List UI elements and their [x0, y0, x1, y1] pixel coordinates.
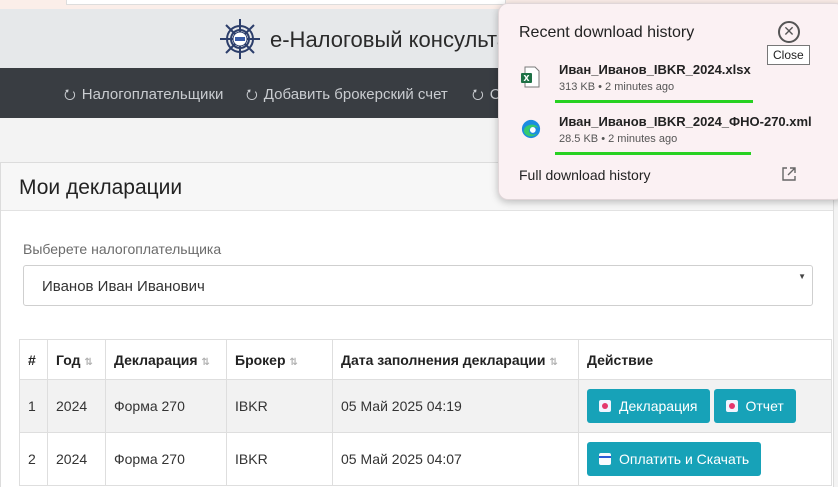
download-file-meta: 28.5 KB • 2 minutes ago — [559, 133, 678, 145]
col-header-declaration[interactable]: Декларация ⇅ — [105, 339, 227, 380]
table-row: 2 2024 Форма 270 IBKR 05 Май 2025 04:07 … — [19, 432, 832, 486]
document-icon — [725, 400, 738, 412]
sort-icon: ⇅ — [84, 356, 94, 368]
sort-icon: ⇅ — [549, 356, 558, 368]
download-item[interactable]: Иван_Иванов_IBKR_2024_ФНО-270.xml 28.5 K… — [519, 114, 819, 155]
caret-down-icon: ▼ — [798, 272, 806, 281]
highlight-underline — [555, 152, 751, 155]
sort-icon: ⇅ — [201, 356, 211, 368]
full-download-history-link[interactable]: Full download history — [519, 167, 651, 183]
nav-item-taxpayers[interactable]: ⭮ Налогоплательщики — [64, 84, 223, 108]
col-header-action: Действие — [578, 339, 832, 380]
download-file-name: Иван_Иванов_IBKR_2024_ФНО-270.xml — [559, 114, 812, 129]
nav-item-third[interactable]: ⭮ С — [472, 84, 501, 108]
refresh-icon: ⭮ — [472, 86, 484, 102]
col-header-date[interactable]: Дата заполнения декларации ⇅ — [332, 339, 579, 380]
download-file-meta: 313 KB • 2 minutes ago — [559, 81, 675, 93]
highlight-underline — [555, 100, 753, 103]
credit-card-icon — [599, 453, 611, 465]
refresh-icon: ⭮ — [64, 86, 76, 102]
cell-num: 2 — [19, 432, 48, 486]
edge-browser-icon — [521, 119, 541, 139]
cell-broker: IBKR — [226, 432, 333, 486]
ship-wheel-icon[interactable] — [218, 17, 262, 61]
cell-declaration: Форма 270 — [105, 379, 227, 433]
cell-date: 05 Май 2025 04:19 — [332, 379, 579, 433]
declarations-card: Мои декларации Выберете налогоплательщик… — [0, 162, 834, 487]
col-header-year[interactable]: Год ⇅ — [47, 339, 106, 380]
page-title: Мои декларации — [19, 176, 183, 199]
declaration-button[interactable]: Декларация — [587, 389, 710, 423]
excel-file-icon: X — [521, 66, 540, 88]
cell-declaration: Форма 270 — [105, 432, 227, 486]
cell-year: 2024 — [47, 379, 106, 433]
cell-num: 1 — [19, 379, 48, 433]
col-header-num: # — [19, 339, 48, 380]
table-row: 1 2024 Форма 270 IBKR 05 Май 2025 04:19 … — [19, 379, 832, 433]
nav-item-add-broker[interactable]: ⭮ Добавить брокерский счет — [246, 84, 448, 108]
declarations-table: # Год ⇅ Декларация ⇅ Брокер ⇅ Дата заполнен… — [19, 339, 832, 486]
download-file-name: Иван_Иванов_IBKR_2024.xlsx — [559, 62, 751, 77]
download-popup-title: Recent download history — [519, 24, 695, 41]
taxpayer-select-label: Выберете налогоплательщика — [23, 241, 222, 257]
cell-year: 2024 — [47, 432, 106, 486]
taxpayer-select-value: Иванов Иван Иванович — [42, 278, 205, 295]
browser-tab-edge — [66, 0, 506, 5]
cell-broker: IBKR — [226, 379, 333, 433]
download-item[interactable]: X Иван_Иванов_IBKR_2024.xlsx 313 KB • 2 … — [519, 62, 819, 103]
pay-and-download-button[interactable]: Оплатить и Скачать — [587, 442, 762, 476]
document-icon — [599, 400, 611, 412]
open-external-icon[interactable] — [781, 166, 797, 182]
taxpayer-select[interactable]: Иванов Иван Иванович ▼ — [23, 265, 813, 306]
report-button[interactable]: Отчет — [713, 389, 796, 423]
svg-text:X: X — [523, 74, 530, 83]
cell-date: 05 Май 2025 04:07 — [332, 432, 579, 486]
close-icon[interactable]: ✕ — [778, 21, 800, 43]
cell-actions: Оплатить и Скачать — [578, 432, 832, 486]
download-history-popup: Recent download history ✕ Close X Иван_И… — [498, 3, 838, 200]
cell-actions: Декларация Отчет — [578, 379, 832, 433]
refresh-icon: ⭮ — [246, 86, 258, 102]
sort-icon: ⇅ — [289, 356, 299, 368]
brand-title[interactable]: е-Налоговый консульта — [270, 27, 509, 53]
col-header-broker[interactable]: Брокер ⇅ — [226, 339, 333, 380]
table-header-row: # Год ⇅ Декларация ⇅ Брокер ⇅ Дата заполнен… — [19, 339, 832, 380]
